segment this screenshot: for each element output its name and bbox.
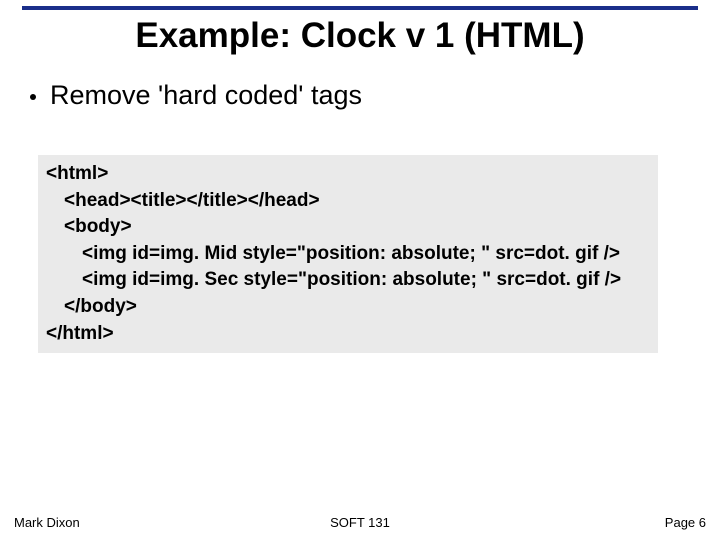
bullet-text: Remove 'hard coded' tags: [50, 80, 362, 111]
footer: Mark Dixon SOFT 131 Page 6: [0, 510, 720, 530]
footer-course: SOFT 131: [0, 515, 720, 530]
code-line: </body>: [46, 294, 650, 321]
bullet-dot-icon: [30, 94, 36, 100]
code-block: <html> <head><title></title></head> <bod…: [38, 155, 658, 353]
code-line: <body>: [46, 214, 650, 241]
code-line: <img id=img. Sec style="position: absolu…: [46, 267, 650, 294]
code-line: </html>: [46, 321, 650, 348]
code-line: <html>: [46, 161, 650, 188]
top-divider: [22, 6, 698, 10]
code-line: <img id=img. Mid style="position: absolu…: [46, 241, 650, 268]
code-line: <head><title></title></head>: [46, 188, 650, 215]
slide-title: Example: Clock v 1 (HTML): [0, 16, 720, 56]
footer-page: Page 6: [665, 515, 706, 530]
bullet-item: Remove 'hard coded' tags: [30, 80, 362, 111]
